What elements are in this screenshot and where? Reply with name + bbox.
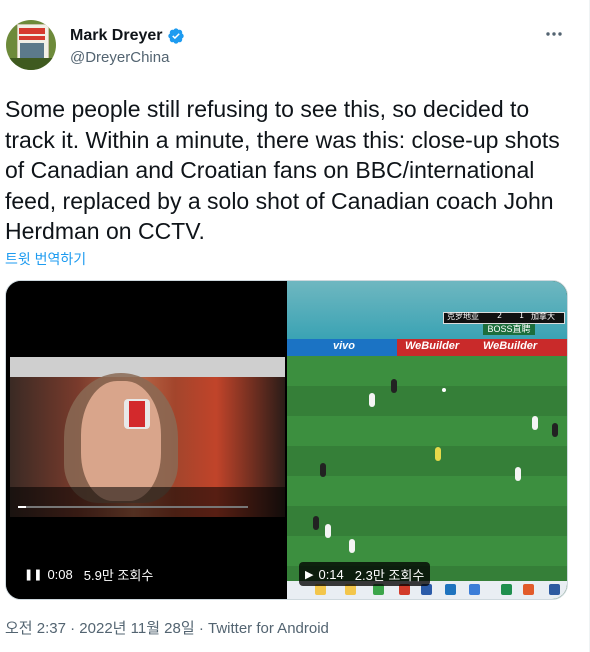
score-team-right: 加拿大 <box>531 312 555 321</box>
display-name[interactable]: Mark Dreyer <box>70 27 163 45</box>
ad-board-text-1: vivo <box>333 340 356 352</box>
ad-board-text-3: WeBuilder <box>483 340 538 352</box>
meta-separator: · <box>194 620 208 637</box>
more-options-icon[interactable] <box>544 24 564 44</box>
video-view-count: 5.9만 조회수 <box>83 567 154 583</box>
embedded-player-controls <box>10 487 285 517</box>
author-name-row[interactable]: Mark Dreyer <box>70 25 185 47</box>
embedded-browser-bar <box>10 357 285 377</box>
video-status-badge: ▶ 0:14 2.3만 조회수 <box>299 562 431 586</box>
tweet-text: Some people still refusing to see this, … <box>5 96 560 244</box>
tweet-timestamp[interactable]: 오전 2:37 · 2022년 11월 28일 <box>5 620 195 637</box>
tweet-source[interactable]: Twitter for Android <box>208 620 329 637</box>
play-icon[interactable]: ▶ <box>305 568 313 581</box>
score-right: 1 <box>519 311 525 320</box>
score-team-left: 克罗地亚 <box>447 312 479 321</box>
video-time: 0:14 <box>318 566 344 582</box>
ad-board-text-2: WeBuilder <box>405 340 460 352</box>
avatar[interactable] <box>6 20 56 70</box>
video-time: 0:08 <box>47 566 73 582</box>
video-player-1[interactable]: ❚❚ 0:08 5.9만 조회수 <box>6 281 285 599</box>
tweet-metadata: 오전 2:37 · 2022년 11월 28일 · Twitter for An… <box>5 617 329 638</box>
video-status-badge: ❚❚ 0:08 5.9만 조회수 <box>18 562 160 586</box>
score-left: 2 <box>497 311 503 320</box>
translate-tweet-link[interactable]: 트윗 번역하기 <box>5 249 86 269</box>
video-view-count: 2.3만 조회수 <box>354 567 425 583</box>
author-handle[interactable]: @DreyerChina <box>70 49 169 66</box>
verified-badge-icon <box>167 28 184 44</box>
sponsor-tag: BOSS直聘 <box>483 324 535 335</box>
media-grid: ❚❚ 0:08 5.9만 조회수 vivo WeBuilder WeBuilde… <box>5 280 568 600</box>
pause-icon[interactable]: ❚❚ <box>24 568 42 581</box>
video-player-2[interactable]: vivo WeBuilder WeBuilder 克罗地亚 2 1 加拿大 BO… <box>287 281 567 599</box>
